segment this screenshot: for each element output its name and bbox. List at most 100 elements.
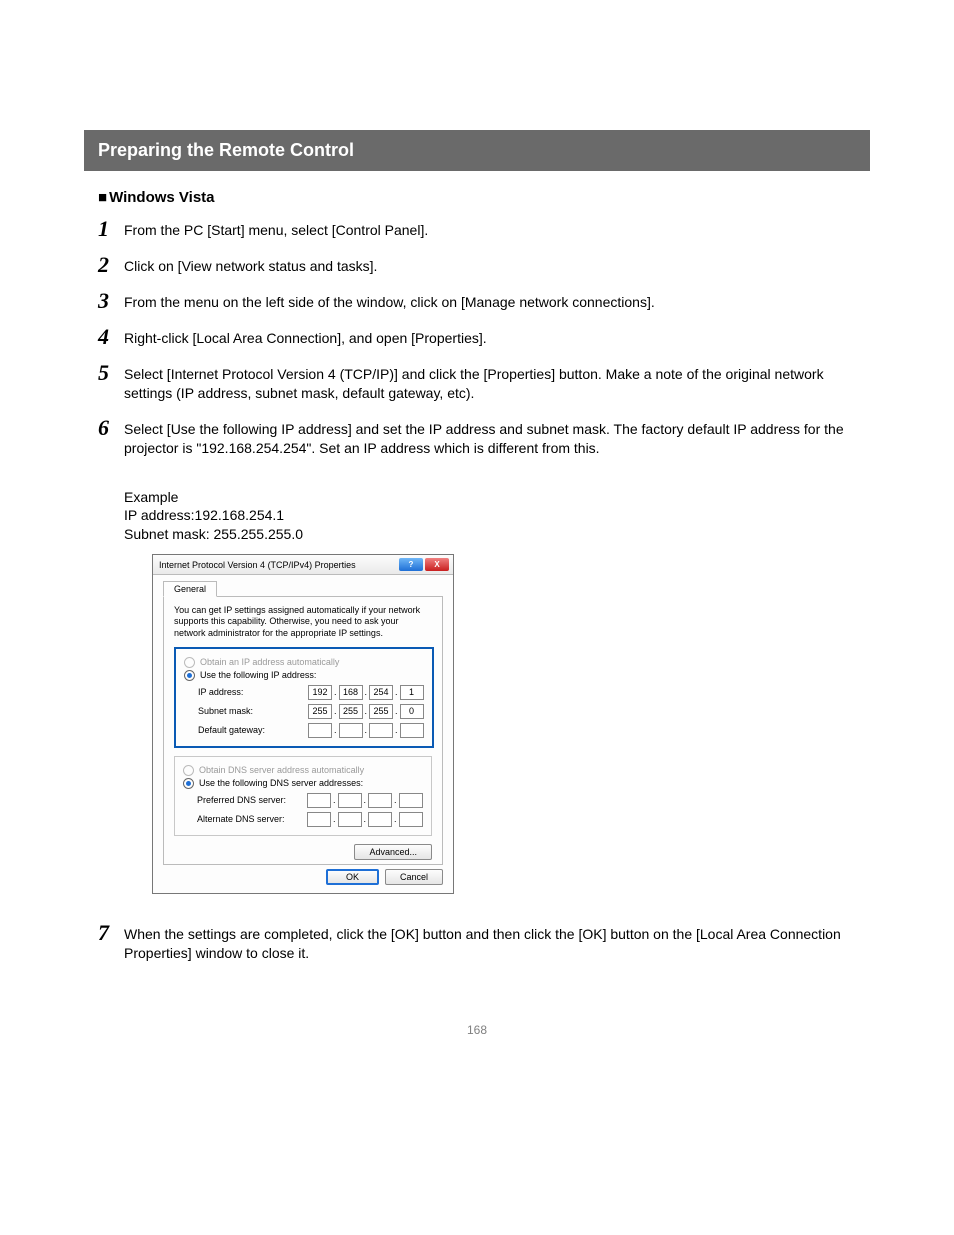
- step-number: 1: [98, 218, 124, 240]
- step-text: From the menu on the left side of the wi…: [124, 290, 655, 312]
- content-area: ■Windows Vista 1 From the PC [Start] men…: [90, 171, 864, 963]
- ip-octet[interactable]: [308, 723, 332, 738]
- step-number: 6: [98, 417, 124, 439]
- dialog-body: General You can get IP settings assigned…: [153, 575, 453, 893]
- ip-octet[interactable]: [307, 812, 331, 827]
- step-6: 6 Select [Use the following IP address] …: [98, 417, 858, 458]
- square-bullet-icon: ■: [98, 189, 107, 206]
- step-text: Right-click [Local Area Connection], and…: [124, 326, 487, 348]
- radio-label: Obtain DNS server address automatically: [199, 765, 364, 775]
- preferred-dns-row: Preferred DNS server: ...: [197, 793, 423, 808]
- advanced-row: Advanced...: [174, 844, 432, 860]
- step-text: When the settings are completed, click t…: [124, 922, 858, 963]
- button-label: Cancel: [400, 872, 428, 882]
- dialog-description: You can get IP settings assigned automat…: [174, 605, 432, 639]
- ok-button[interactable]: OK: [326, 869, 379, 885]
- advanced-button[interactable]: Advanced...: [354, 844, 432, 860]
- help-icon: ?: [409, 560, 414, 569]
- dialog-actions: OK Cancel: [163, 869, 443, 885]
- subnet-mask-input[interactable]: 255.255.255.0: [308, 704, 424, 719]
- alternate-dns-input[interactable]: ...: [307, 812, 423, 827]
- field-label: Preferred DNS server:: [197, 795, 307, 805]
- close-button[interactable]: X: [425, 558, 449, 571]
- ip-address-row: IP address: 192.168.254.1: [198, 685, 424, 700]
- step-text: Click on [View network status and tasks]…: [124, 254, 377, 276]
- step-5: 5 Select [Internet Protocol Version 4 (T…: [98, 362, 858, 403]
- subheading: ■Windows Vista: [98, 189, 858, 206]
- section-header: Preparing the Remote Control: [84, 130, 870, 171]
- default-gateway-row: Default gateway: ...: [198, 723, 424, 738]
- preferred-dns-input[interactable]: ...: [307, 793, 423, 808]
- ip-octet[interactable]: 255: [308, 704, 332, 719]
- step-2: 2 Click on [View network status and task…: [98, 254, 858, 276]
- step-text: Select [Use the following IP address] an…: [124, 417, 858, 458]
- radio-dot-icon: [186, 781, 191, 786]
- radio-use-dns[interactable]: Use the following DNS server addresses:: [183, 778, 423, 789]
- step-number: 2: [98, 254, 124, 276]
- radio-label: Use the following IP address:: [200, 670, 316, 680]
- subheading-text: Windows Vista: [109, 189, 214, 206]
- field-label: Subnet mask:: [198, 706, 308, 716]
- ip-octet[interactable]: [369, 723, 393, 738]
- example-ip-line: IP address:192.168.254.1: [124, 506, 858, 525]
- radio-icon: [183, 778, 194, 789]
- ip-octet[interactable]: 255: [369, 704, 393, 719]
- default-gateway-input[interactable]: ...: [308, 723, 424, 738]
- radio-label: Use the following DNS server addresses:: [199, 778, 363, 788]
- section-title: Preparing the Remote Control: [98, 140, 354, 160]
- cancel-button[interactable]: Cancel: [385, 869, 443, 885]
- radio-icon: [184, 670, 195, 681]
- ip-octet[interactable]: 0: [400, 704, 424, 719]
- example-block: Example IP address:192.168.254.1 Subnet …: [124, 488, 858, 545]
- ip-octet[interactable]: [338, 812, 362, 827]
- ip-settings-group: Obtain an IP address automatically Use t…: [174, 647, 434, 748]
- radio-obtain-ip[interactable]: Obtain an IP address automatically: [184, 657, 424, 668]
- field-label: Alternate DNS server:: [197, 814, 307, 824]
- radio-obtain-dns[interactable]: Obtain DNS server address automatically: [183, 765, 423, 776]
- button-label: Advanced...: [369, 847, 417, 857]
- radio-use-ip[interactable]: Use the following IP address:: [184, 670, 424, 681]
- tab-label: General: [174, 584, 206, 594]
- step-text: From the PC [Start] menu, select [Contro…: [124, 218, 428, 240]
- subnet-mask-row: Subnet mask: 255.255.255.0: [198, 704, 424, 719]
- ip-octet[interactable]: [399, 793, 423, 808]
- ip-octet[interactable]: [368, 793, 392, 808]
- dialog-title: Internet Protocol Version 4 (TCP/IPv4) P…: [159, 560, 356, 570]
- ip-octet[interactable]: [338, 793, 362, 808]
- step-number: 5: [98, 362, 124, 384]
- radio-dot-icon: [187, 673, 192, 678]
- tab-panel-general: You can get IP settings assigned automat…: [163, 596, 443, 865]
- ip-octet[interactable]: 254: [369, 685, 393, 700]
- step-4: 4 Right-click [Local Area Connection], a…: [98, 326, 858, 348]
- example-mask-line: Subnet mask: 255.255.255.0: [124, 525, 858, 544]
- ipv4-properties-dialog: Internet Protocol Version 4 (TCP/IPv4) P…: [152, 554, 454, 894]
- radio-icon: [183, 765, 194, 776]
- ip-octet[interactable]: [339, 723, 363, 738]
- document-page: Preparing the Remote Control ■Windows Vi…: [0, 0, 954, 1077]
- ip-octet[interactable]: [400, 723, 424, 738]
- ip-octet[interactable]: 255: [339, 704, 363, 719]
- field-label: Default gateway:: [198, 725, 308, 735]
- window-buttons: ? X: [399, 558, 449, 571]
- step-7: 7 When the settings are completed, click…: [98, 922, 858, 963]
- ip-address-input[interactable]: 192.168.254.1: [308, 685, 424, 700]
- dns-settings-group: Obtain DNS server address automatically …: [174, 756, 432, 836]
- tab-general[interactable]: General: [163, 581, 217, 597]
- ip-octet[interactable]: [368, 812, 392, 827]
- help-button[interactable]: ?: [399, 558, 423, 571]
- step-3: 3 From the menu on the left side of the …: [98, 290, 858, 312]
- ip-octet[interactable]: 168: [339, 685, 363, 700]
- radio-label: Obtain an IP address automatically: [200, 657, 339, 667]
- ip-octet[interactable]: [399, 812, 423, 827]
- page-number: 168: [90, 1023, 864, 1037]
- alternate-dns-row: Alternate DNS server: ...: [197, 812, 423, 827]
- dialog-titlebar: Internet Protocol Version 4 (TCP/IPv4) P…: [153, 555, 453, 575]
- ip-octet[interactable]: 1: [400, 685, 424, 700]
- ip-octet[interactable]: 192: [308, 685, 332, 700]
- step-1: 1 From the PC [Start] menu, select [Cont…: [98, 218, 858, 240]
- field-label: IP address:: [198, 687, 308, 697]
- step-text: Select [Internet Protocol Version 4 (TCP…: [124, 362, 858, 403]
- step-number: 7: [98, 922, 124, 944]
- ip-octet[interactable]: [307, 793, 331, 808]
- step-number: 3: [98, 290, 124, 312]
